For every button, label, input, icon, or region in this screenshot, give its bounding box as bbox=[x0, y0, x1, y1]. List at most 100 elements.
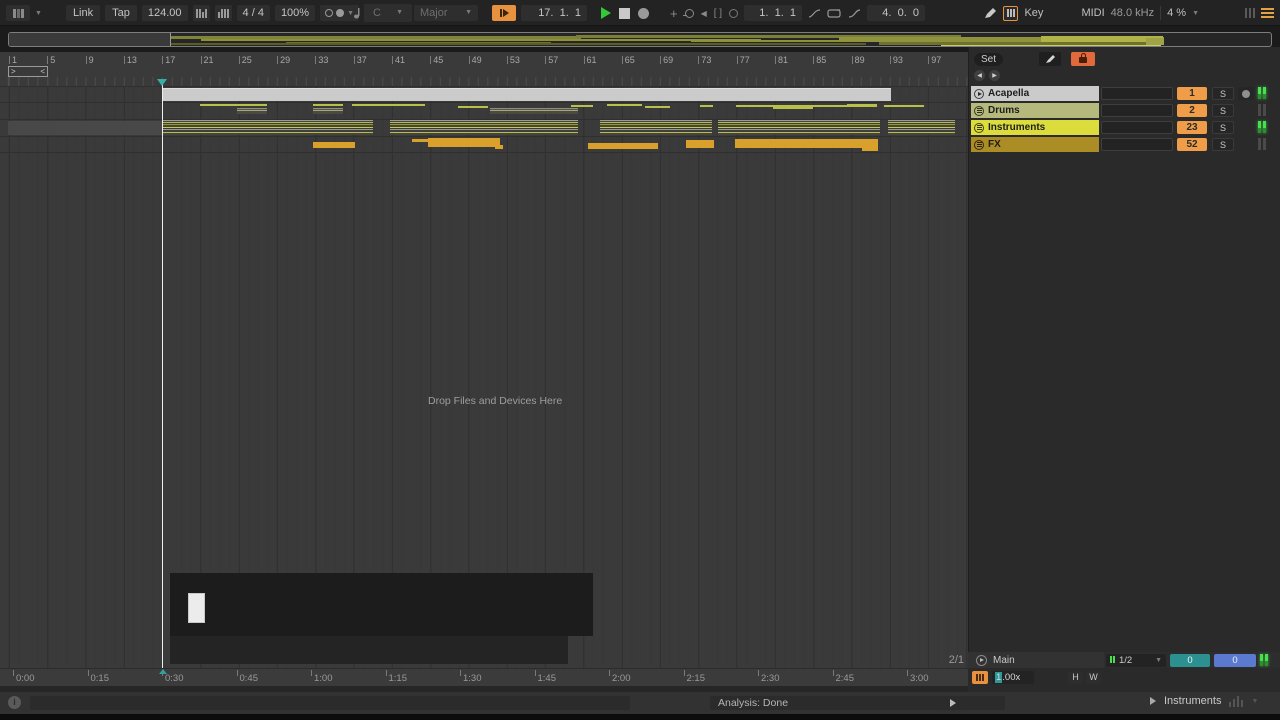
time-ruler[interactable]: 0:00 0:15 0:30 0:45 1:00 1:15 1:30 1:45 2:00 2:15… bbox=[0, 668, 968, 686]
track-play-icon[interactable] bbox=[974, 88, 984, 99]
quantization-field[interactable]: 100% bbox=[274, 5, 316, 21]
track-row[interactable]: Acapella 1 S bbox=[969, 86, 1280, 101]
midi-note-drums[interactable] bbox=[847, 104, 877, 106]
midi-note-drums[interactable] bbox=[458, 106, 488, 108]
selected-track-indicator[interactable]: Instruments ▼ bbox=[1150, 695, 1258, 707]
midi-clip-instruments[interactable] bbox=[600, 120, 712, 135]
midi-clip-fx[interactable] bbox=[412, 139, 428, 142]
insert-marker-icon[interactable] bbox=[157, 79, 167, 86]
track-number-box[interactable]: 2 bbox=[1177, 104, 1207, 117]
midi-clip-fx[interactable] bbox=[428, 138, 500, 147]
midi-clip-instruments[interactable] bbox=[888, 120, 955, 135]
track-name-fx[interactable]: FX bbox=[971, 137, 1099, 152]
midi-note-drums[interactable] bbox=[700, 105, 713, 107]
main-volume-field[interactable]: 0 bbox=[1214, 654, 1256, 667]
track-name-drums[interactable]: Drums bbox=[971, 103, 1099, 118]
lock-envelopes-button[interactable] bbox=[1071, 52, 1096, 66]
midi-note-drums[interactable] bbox=[884, 105, 924, 107]
draw-mode-pencil-icon[interactable] bbox=[983, 7, 997, 20]
midi-note-drums[interactable] bbox=[645, 106, 670, 108]
loop-switch-icon[interactable] bbox=[729, 8, 739, 18]
tempo-follower-button[interactable] bbox=[972, 671, 988, 684]
track-name-instruments[interactable]: Instruments bbox=[971, 120, 1099, 135]
play-button[interactable] bbox=[601, 7, 611, 19]
computer-midi-keyboard-icon[interactable] bbox=[1003, 5, 1019, 21]
track-arm-button[interactable] bbox=[1238, 87, 1254, 100]
arrangement-area[interactable]: Drop Files and Devices Here 2/1 bbox=[0, 86, 968, 668]
new-button[interactable]: + bbox=[670, 6, 678, 21]
chevron-down-icon[interactable]: ▼ bbox=[35, 10, 42, 17]
track-volume-slider[interactable] bbox=[1101, 121, 1173, 134]
drop-zone[interactable]: Drop Files and Devices Here bbox=[428, 395, 562, 407]
track-number-box[interactable]: 52 bbox=[1177, 138, 1207, 151]
chevron-down-icon[interactable]: ▼ bbox=[1251, 698, 1258, 705]
audio-clip-acapella[interactable] bbox=[163, 88, 891, 101]
midi-clip-fx[interactable] bbox=[313, 142, 355, 148]
loop-start-marker[interactable]: > bbox=[11, 67, 16, 76]
set-button[interactable]: Set bbox=[974, 52, 1004, 66]
cue-output-chooser[interactable]: 1/2 ▼ bbox=[1106, 654, 1166, 667]
track-volume-slider[interactable] bbox=[1101, 104, 1173, 117]
playback-speed-field[interactable]: 1.00x bbox=[992, 671, 1034, 684]
nudge-down-icon[interactable] bbox=[192, 5, 210, 21]
midi-clip-fx[interactable] bbox=[862, 139, 878, 151]
ramp-curve-icon[interactable] bbox=[848, 8, 861, 19]
track-fold-icon[interactable] bbox=[974, 139, 984, 150]
track-volume-slider[interactable] bbox=[1101, 138, 1173, 151]
track-solo-button[interactable]: S bbox=[1212, 138, 1234, 151]
midi-clip-drums[interactable] bbox=[313, 108, 343, 114]
track-fold-icon[interactable] bbox=[974, 105, 984, 116]
arrangement-overview[interactable] bbox=[8, 32, 1272, 47]
scale-root-chooser[interactable]: C ▼ bbox=[367, 5, 409, 21]
bar-ruler[interactable]: 1 5 9 13 17 21 25 29 33 37 41 45 49 53 57 61 65 69 73 77 81 8… bbox=[0, 52, 968, 86]
midi-note-drums[interactable] bbox=[607, 104, 642, 106]
menu-icon[interactable] bbox=[1261, 6, 1274, 20]
midi-clip-drums[interactable] bbox=[237, 108, 267, 114]
key-map-button[interactable]: Key bbox=[1024, 7, 1043, 19]
midi-clip-instruments[interactable] bbox=[718, 120, 880, 135]
track-number-box[interactable]: 23 bbox=[1177, 121, 1207, 134]
midi-clip-instruments[interactable] bbox=[390, 120, 455, 135]
track-row[interactable]: Drums 2 S bbox=[969, 103, 1280, 118]
cue-volume-field[interactable]: 0 bbox=[1170, 654, 1210, 667]
midi-clip-drums[interactable] bbox=[490, 108, 578, 114]
loop-length-field[interactable]: 4. 0. 0 bbox=[867, 5, 925, 21]
track-row[interactable]: Instruments 23 S bbox=[969, 120, 1280, 135]
device-view-icon[interactable] bbox=[6, 5, 30, 21]
midi-clip-instruments[interactable] bbox=[163, 120, 373, 135]
follow-button[interactable] bbox=[492, 5, 516, 21]
track-volume-slider[interactable] bbox=[1101, 87, 1173, 100]
midi-clip-instruments[interactable] bbox=[455, 120, 578, 135]
track-solo-button[interactable]: S bbox=[1212, 121, 1234, 134]
track-solo-button[interactable]: S bbox=[1212, 104, 1234, 117]
h-button[interactable]: H bbox=[1068, 671, 1083, 684]
tempo-field[interactable]: 124.00 bbox=[141, 5, 188, 21]
nudge-up-icon[interactable] bbox=[214, 5, 232, 21]
midi-clip-fx[interactable] bbox=[686, 140, 714, 148]
arrangement-position-field[interactable]: 17. 1. 1 bbox=[521, 5, 587, 21]
midi-note-drums[interactable] bbox=[200, 104, 267, 106]
automation-arm-icon[interactable] bbox=[682, 8, 694, 18]
loop-end-marker[interactable]: < bbox=[40, 67, 45, 76]
tap-tempo-button[interactable]: Tap bbox=[105, 5, 137, 21]
loop-start-field[interactable]: 1. 1. 1 bbox=[744, 5, 802, 21]
link-button[interactable]: Link bbox=[65, 5, 101, 21]
chevron-down-icon[interactable]: ▼ bbox=[1192, 10, 1199, 17]
stop-button[interactable] bbox=[619, 7, 630, 19]
scale-icon[interactable] bbox=[352, 6, 362, 20]
overview-view-rectangle[interactable] bbox=[9, 33, 171, 46]
loop-brace[interactable]: > < bbox=[8, 66, 48, 77]
track-number-box[interactable]: 1 bbox=[1177, 87, 1207, 100]
info-icon[interactable]: i bbox=[8, 696, 21, 709]
chevron-down-icon[interactable]: ▼ bbox=[1155, 657, 1162, 664]
midi-clip-fx[interactable] bbox=[735, 139, 875, 148]
midi-clip-fx[interactable] bbox=[588, 143, 658, 149]
scroll-left-icon[interactable]: ◀ bbox=[974, 70, 985, 81]
track-solo-button[interactable]: S bbox=[1212, 87, 1234, 100]
preview-play-button[interactable] bbox=[943, 696, 963, 710]
midi-clip-fx[interactable] bbox=[495, 145, 503, 149]
midi-note-drums[interactable] bbox=[571, 105, 593, 107]
cpu-load-field[interactable]: 4 % bbox=[1167, 7, 1186, 19]
track-name-acapella[interactable]: Acapella bbox=[971, 86, 1099, 101]
scroll-right-icon[interactable]: ▶ bbox=[989, 70, 1000, 81]
